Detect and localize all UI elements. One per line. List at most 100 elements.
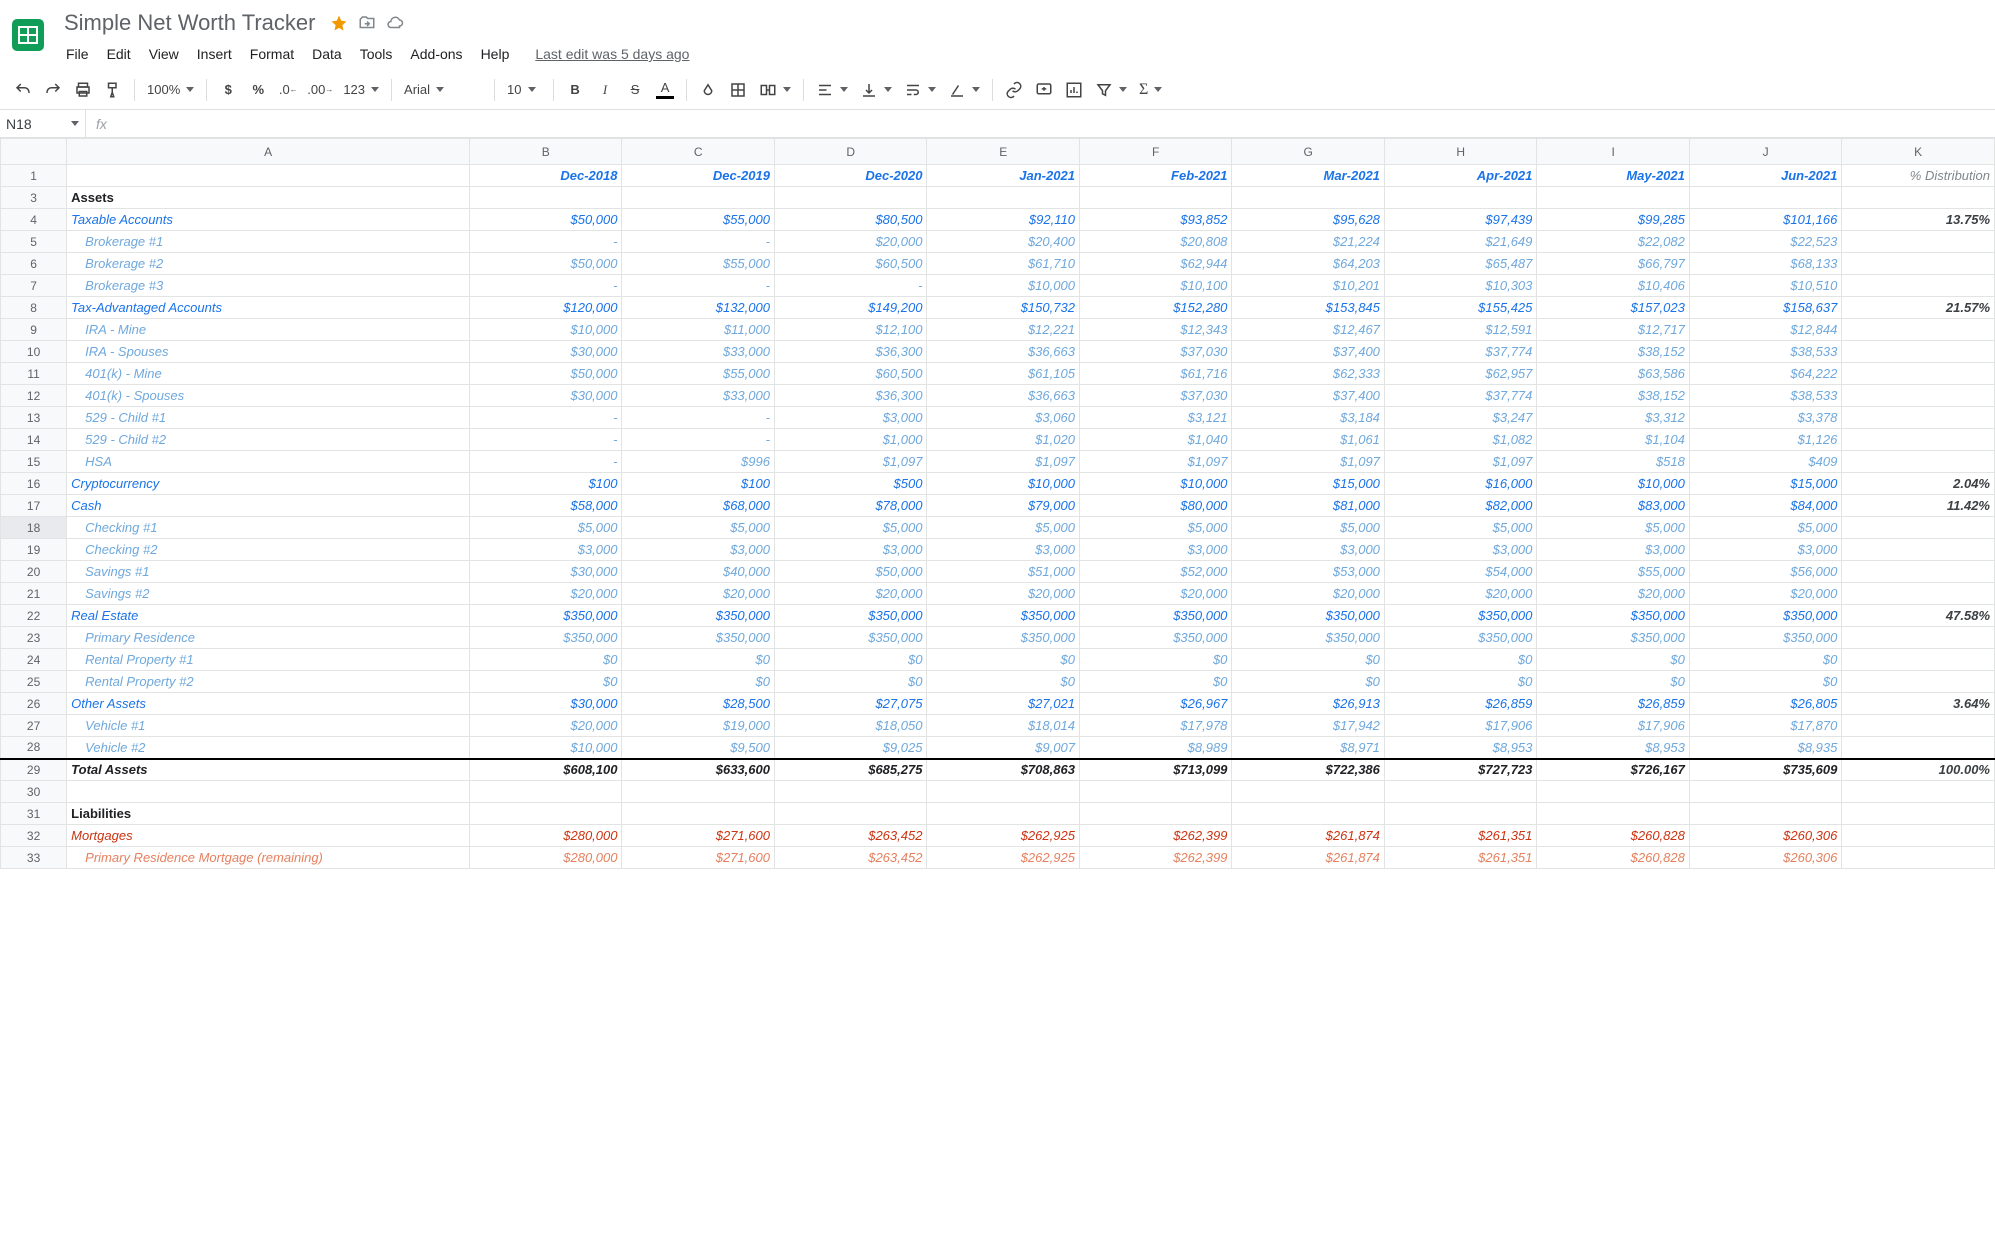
cell[interactable]: $81,000 xyxy=(1232,495,1384,517)
cell[interactable] xyxy=(774,781,926,803)
cell[interactable]: $20,000 xyxy=(470,715,622,737)
menu-insert[interactable]: Insert xyxy=(189,42,240,66)
menu-help[interactable]: Help xyxy=(473,42,518,66)
cell[interactable]: $84,000 xyxy=(1689,495,1841,517)
cell[interactable]: $0 xyxy=(774,671,926,693)
cell[interactable]: Vehicle #1 xyxy=(67,715,470,737)
row-header[interactable]: 26 xyxy=(1,693,67,715)
cell[interactable]: - xyxy=(622,231,774,253)
cell[interactable]: $0 xyxy=(1232,649,1384,671)
cell[interactable]: 11.42% xyxy=(1842,495,1995,517)
cell[interactable] xyxy=(1842,847,1995,869)
cell[interactable]: $9,007 xyxy=(927,737,1079,759)
cell[interactable]: $996 xyxy=(622,451,774,473)
cell[interactable]: $62,944 xyxy=(1079,253,1231,275)
cell[interactable]: 47.58% xyxy=(1842,605,1995,627)
cell[interactable]: $260,306 xyxy=(1689,847,1841,869)
cell[interactable] xyxy=(1689,187,1841,209)
cell[interactable]: $50,000 xyxy=(774,561,926,583)
cell[interactable]: $20,000 xyxy=(470,583,622,605)
cell[interactable] xyxy=(1842,429,1995,451)
cell[interactable]: $5,000 xyxy=(622,517,774,539)
cell[interactable]: $20,000 xyxy=(1232,583,1384,605)
cell[interactable]: $92,110 xyxy=(927,209,1079,231)
cell[interactable]: $20,000 xyxy=(774,583,926,605)
cell[interactable]: - xyxy=(622,407,774,429)
cell[interactable]: Primary Residence Mortgage (remaining) xyxy=(67,847,470,869)
cell[interactable]: Real Estate xyxy=(67,605,470,627)
cell[interactable]: $263,452 xyxy=(774,847,926,869)
cell[interactable]: Rental Property #1 xyxy=(67,649,470,671)
row-header[interactable]: 33 xyxy=(1,847,67,869)
cell[interactable]: $3,000 xyxy=(774,407,926,429)
cell[interactable] xyxy=(1232,187,1384,209)
sheets-logo-icon[interactable] xyxy=(8,8,48,62)
row-header[interactable]: 28 xyxy=(1,737,67,759)
name-box[interactable]: N18 xyxy=(0,110,86,137)
cell[interactable] xyxy=(1384,781,1536,803)
cell[interactable]: $350,000 xyxy=(470,605,622,627)
cell[interactable]: $3,000 xyxy=(622,539,774,561)
insert-link-button[interactable] xyxy=(999,76,1029,104)
cell[interactable]: $3,000 xyxy=(1079,539,1231,561)
paint-format-button[interactable] xyxy=(98,76,128,104)
cell[interactable] xyxy=(1842,407,1995,429)
cell[interactable]: $1,097 xyxy=(927,451,1079,473)
cell[interactable]: $8,989 xyxy=(1079,737,1231,759)
cell[interactable]: $262,399 xyxy=(1079,847,1231,869)
cell[interactable]: $153,845 xyxy=(1232,297,1384,319)
cell[interactable]: $8,935 xyxy=(1689,737,1841,759)
row-header[interactable]: 21 xyxy=(1,583,67,605)
cell[interactable]: $30,000 xyxy=(470,341,622,363)
cell[interactable]: $100 xyxy=(622,473,774,495)
cell[interactable]: Savings #1 xyxy=(67,561,470,583)
menu-addons[interactable]: Add-ons xyxy=(402,42,470,66)
cell[interactable]: $17,906 xyxy=(1537,715,1689,737)
col-header-J[interactable]: J xyxy=(1689,139,1841,165)
cell[interactable]: $36,300 xyxy=(774,341,926,363)
cell[interactable]: $63,586 xyxy=(1537,363,1689,385)
cell[interactable]: - xyxy=(774,275,926,297)
cell[interactable]: $37,400 xyxy=(1232,341,1384,363)
cell[interactable]: 401(k) - Spouses xyxy=(67,385,470,407)
cell[interactable]: $9,500 xyxy=(622,737,774,759)
menu-file[interactable]: File xyxy=(58,42,97,66)
cell[interactable]: $26,859 xyxy=(1537,693,1689,715)
h-align-button[interactable] xyxy=(810,76,854,104)
cell[interactable]: $0 xyxy=(622,671,774,693)
cell[interactable]: Total Assets xyxy=(67,759,470,781)
move-icon[interactable] xyxy=(357,13,377,33)
cell[interactable] xyxy=(1842,671,1995,693)
cell[interactable]: $0 xyxy=(1689,649,1841,671)
cell[interactable]: $18,014 xyxy=(927,715,1079,737)
cell[interactable]: $12,591 xyxy=(1384,319,1536,341)
cell[interactable]: $55,000 xyxy=(622,209,774,231)
cloud-icon[interactable] xyxy=(385,13,405,33)
cell[interactable]: $55,000 xyxy=(622,363,774,385)
cell[interactable]: $3,184 xyxy=(1232,407,1384,429)
row-header[interactable]: 30 xyxy=(1,781,67,803)
cell[interactable]: $0 xyxy=(774,649,926,671)
doc-title[interactable]: Simple Net Worth Tracker xyxy=(58,8,321,38)
cell[interactable]: Dec-2018 xyxy=(470,165,622,187)
cell[interactable] xyxy=(1842,363,1995,385)
cell[interactable]: $260,828 xyxy=(1537,847,1689,869)
cell[interactable]: Savings #2 xyxy=(67,583,470,605)
cell[interactable]: $5,000 xyxy=(1384,517,1536,539)
cell[interactable]: $5,000 xyxy=(1689,517,1841,539)
cell[interactable]: $20,400 xyxy=(927,231,1079,253)
cell[interactable]: $1,097 xyxy=(1384,451,1536,473)
cell[interactable]: $64,203 xyxy=(1232,253,1384,275)
cell[interactable]: $26,913 xyxy=(1232,693,1384,715)
cell[interactable]: $20,000 xyxy=(622,583,774,605)
cell[interactable]: $3,000 xyxy=(1689,539,1841,561)
cell[interactable]: $61,716 xyxy=(1079,363,1231,385)
borders-button[interactable] xyxy=(723,76,753,104)
cell[interactable]: $157,023 xyxy=(1537,297,1689,319)
row-header[interactable]: 9 xyxy=(1,319,67,341)
cell[interactable]: 401(k) - Mine xyxy=(67,363,470,385)
cell[interactable] xyxy=(1842,803,1995,825)
cell[interactable]: $280,000 xyxy=(470,825,622,847)
cell[interactable]: $3,000 xyxy=(774,539,926,561)
cell[interactable]: $722,386 xyxy=(1232,759,1384,781)
